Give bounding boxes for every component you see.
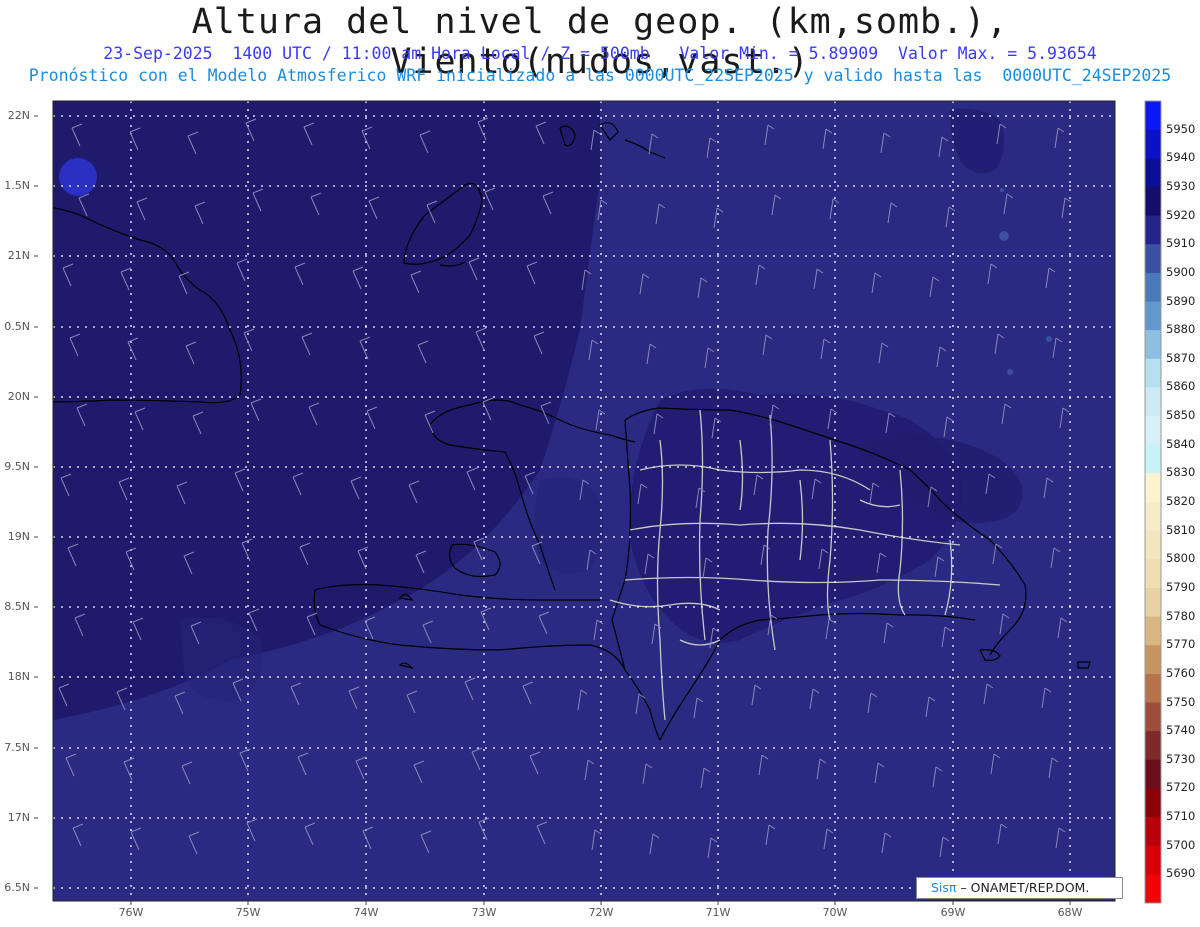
credit-box: Sisπ – ONAMET/REP.DOM. (916, 877, 1123, 899)
colorbar-label: 5920 (1166, 207, 1196, 222)
colorbar-swatch (1145, 645, 1161, 675)
colorbar-label: 5780 (1166, 608, 1196, 623)
latitude-label: 18N (7, 670, 30, 683)
longitude-label: 71W (705, 906, 731, 919)
colorbar-label: 5810 (1166, 522, 1196, 537)
credit-brand: Sisπ (931, 880, 957, 895)
colorbar-label: 5770 (1166, 637, 1196, 652)
colorbar-swatch (1145, 416, 1161, 446)
colorbar (1144, 100, 1162, 904)
longitude-label: 75W (235, 906, 261, 919)
colorbar-label: 5830 (1166, 465, 1196, 480)
colorbar-swatch (1145, 759, 1161, 789)
colorbar-label: 5840 (1166, 436, 1196, 451)
colorbar-swatch (1145, 702, 1161, 732)
colorbar-label: 5850 (1166, 408, 1196, 423)
longitude-label: 76W (118, 906, 144, 919)
colorbar-swatch (1145, 673, 1161, 703)
colorbar-label: 5950 (1166, 121, 1196, 136)
colorbar-swatch (1145, 215, 1161, 245)
colorbar-label: 5800 (1166, 551, 1196, 566)
colorbar-label: 5700 (1166, 837, 1196, 852)
colorbar-label: 5740 (1166, 723, 1196, 738)
colorbar-label: 5930 (1166, 178, 1196, 193)
colorbar-swatch (1145, 731, 1161, 761)
colorbar-label: 5710 (1166, 809, 1196, 824)
colorbar-label: 5910 (1166, 236, 1196, 251)
colorbar-label: 5870 (1166, 350, 1196, 365)
colorbar-label: 5790 (1166, 579, 1196, 594)
latitude-label: 8.5N (4, 600, 30, 613)
colorbar-label: 5690 (1166, 866, 1196, 881)
colorbar-swatch (1145, 444, 1161, 474)
colorbar-swatch (1145, 502, 1161, 532)
colorbar-swatch (1145, 158, 1161, 188)
credit-text: – ONAMET/REP.DOM. (960, 880, 1090, 895)
colorbar-swatch (1145, 817, 1161, 847)
latitude-label: 17N (7, 811, 30, 824)
colorbar-label: 5900 (1166, 264, 1196, 279)
colorbar-swatch (1145, 387, 1161, 417)
longitude-label: 68W (1057, 906, 1083, 919)
colorbar-swatch (1145, 587, 1161, 618)
colorbar-swatch (1145, 101, 1161, 131)
colorbar-swatch (1145, 129, 1161, 159)
colorbar-label: 5890 (1166, 293, 1196, 308)
colorbar-swatch (1145, 358, 1161, 388)
latitude-label: 1.5N (4, 179, 30, 192)
colorbar-label: 5730 (1166, 751, 1196, 766)
height-field (53, 101, 1115, 901)
latitude-label: 22N (7, 109, 30, 122)
colorbar-swatch (1145, 330, 1161, 360)
geopotential-map (34, 100, 1162, 905)
longitude-label: 74W (353, 906, 379, 919)
colorbar-label: 5860 (1166, 379, 1196, 394)
colorbar-swatch (1145, 616, 1161, 646)
colorbar-swatch (1145, 186, 1161, 217)
latitude-label: 7.5N (4, 741, 30, 754)
longitude-label: 73W (471, 906, 497, 919)
latitude-label: 9.5N (4, 460, 30, 473)
colorbar-swatch (1145, 272, 1161, 302)
colorbar-swatch (1145, 301, 1161, 331)
longitude-label: 70W (822, 906, 848, 919)
latitude-label: 20N (7, 390, 30, 403)
colorbar-swatch (1145, 845, 1161, 875)
latitude-label: 0.5N (4, 320, 30, 333)
colorbar-label: 5750 (1166, 694, 1196, 709)
latitude-label: 6.5N (4, 881, 30, 894)
colorbar-label: 5760 (1166, 665, 1196, 680)
latitude-label: 19N (7, 530, 30, 543)
longitude-label: 69W (940, 906, 966, 919)
colorbar-label: 5880 (1166, 322, 1196, 337)
colorbar-swatch (1145, 244, 1161, 274)
colorbar-label: 5940 (1166, 150, 1196, 165)
colorbar-swatch (1145, 874, 1161, 904)
latitude-label: 21N (7, 249, 30, 262)
colorbar-swatch (1145, 788, 1161, 818)
colorbar-label: 5720 (1166, 780, 1196, 795)
colorbar-swatch (1145, 559, 1161, 589)
colorbar-label: 5820 (1166, 494, 1196, 508)
colorbar-swatch (1145, 530, 1161, 560)
longitude-label: 72W (588, 906, 614, 919)
colorbar-swatch (1145, 473, 1161, 503)
